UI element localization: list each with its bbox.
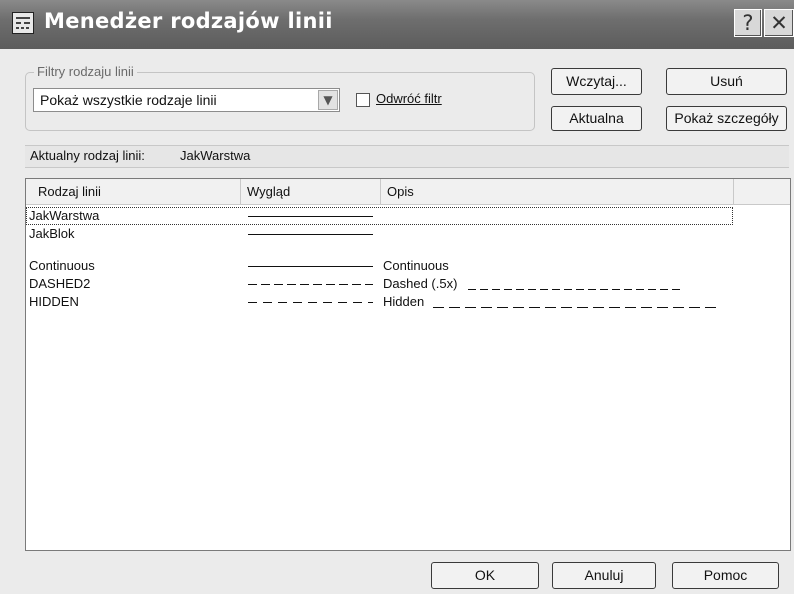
linetype-list[interactable]: Rodzaj linii Wygląd Opis JakWarstwa JakB… [25, 178, 791, 551]
cancel-button[interactable]: Anuluj [552, 562, 656, 589]
current-linetype-value: JakWarstwa [180, 148, 251, 163]
table-row[interactable]: JakWarstwa [26, 207, 733, 225]
description-hidden-pattern [433, 307, 718, 308]
linetype-manager-dialog: Menedżer rodzajów linii ? ✕ Filtry rodza… [0, 0, 794, 594]
linetype-preview-hidden [248, 302, 373, 303]
delete-button[interactable]: Usuń [666, 68, 787, 95]
row-linetype-name: HIDDEN [29, 294, 79, 309]
row-description: Dashed (.5x) [383, 276, 458, 291]
list-header: Rodzaj linii Wygląd Opis [26, 179, 790, 205]
table-row[interactable]: Continuous Continuous [26, 257, 790, 275]
show-details-button[interactable]: Pokaż szczegóły [666, 106, 787, 131]
load-button[interactable]: Wczytaj... [551, 68, 642, 95]
row-linetype-name: JakBlok [29, 226, 75, 241]
linetype-manager-icon [12, 12, 34, 34]
set-current-button[interactable]: Aktualna [551, 106, 642, 131]
help-icon[interactable]: ? [734, 9, 762, 37]
table-row[interactable]: DASHED2 Dashed (.5x) [26, 275, 790, 293]
linetype-preview-solid [248, 216, 373, 217]
current-linetype-label: Aktualny rodzaj linii: [30, 148, 145, 163]
help-button[interactable]: Pomoc [672, 562, 779, 589]
invert-filter-label[interactable]: Odwróć filtr [376, 91, 442, 106]
row-linetype-name: DASHED2 [29, 276, 91, 291]
description-dashed-pattern [468, 289, 683, 290]
linetype-preview-solid [248, 234, 373, 235]
row-description: Continuous [383, 258, 449, 273]
ok-button[interactable]: OK [431, 562, 539, 589]
table-row[interactable]: JakBlok [26, 225, 790, 243]
column-header-linetype[interactable]: Rodzaj linii [26, 179, 241, 204]
row-description: Hidden [383, 294, 425, 309]
invert-filter-checkbox[interactable] [356, 93, 370, 107]
filter-group-label: Filtry rodzaju linii [34, 64, 137, 79]
row-linetype-name: JakWarstwa [29, 208, 100, 223]
linetype-preview-dashed [248, 284, 373, 285]
dialog-title: Menedżer rodzajów linii [44, 9, 333, 33]
linetype-filter-select[interactable]: Pokaż wszystkie rodzaje linii ▼ [33, 88, 340, 112]
title-bar[interactable]: Menedżer rodzajów linii ? ✕ [0, 0, 794, 49]
close-icon[interactable]: ✕ [764, 9, 794, 37]
row-linetype-name: Continuous [29, 258, 95, 273]
column-header-description[interactable]: Opis [381, 179, 734, 204]
chevron-down-icon[interactable]: ▼ [318, 90, 338, 110]
linetype-preview-solid [248, 266, 373, 267]
filter-selected-value: Pokaż wszystkie rodzaje linii [40, 92, 217, 108]
column-header-appearance[interactable]: Wygląd [241, 179, 381, 204]
table-row[interactable]: HIDDEN Hidden [26, 293, 790, 311]
